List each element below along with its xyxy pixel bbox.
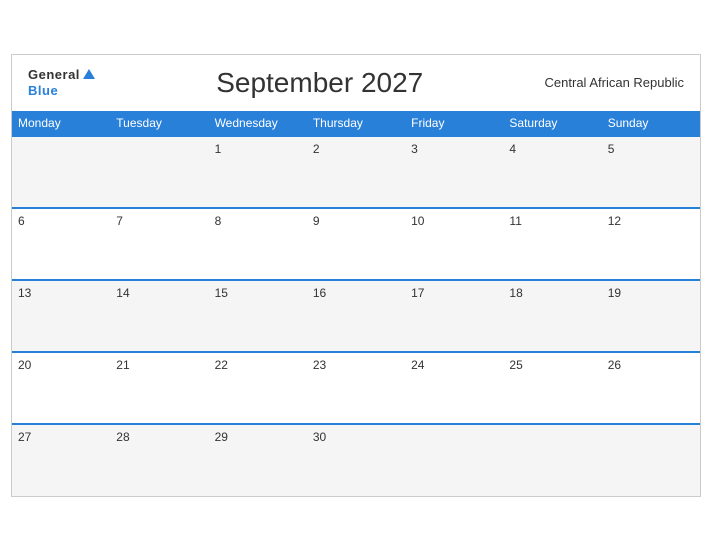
calendar-cell: [602, 424, 700, 496]
day-number: 7: [116, 214, 123, 228]
calendar-cell: 30: [307, 424, 405, 496]
calendar-cell: 17: [405, 280, 503, 352]
weekday-header-sunday: Sunday: [602, 111, 700, 136]
calendar-cell: [110, 136, 208, 208]
day-number: 5: [608, 142, 615, 156]
calendar-cell: 15: [209, 280, 307, 352]
calendar-cell: 13: [12, 280, 110, 352]
day-number: 9: [313, 214, 320, 228]
calendar-cell: 16: [307, 280, 405, 352]
calendar-region: Central African Republic: [545, 75, 684, 90]
calendar-cell: 8: [209, 208, 307, 280]
day-number: 26: [608, 358, 621, 372]
week-row-4: 20 21 22 23 24 25 26: [12, 352, 700, 424]
calendar-cell: 26: [602, 352, 700, 424]
calendar-cell: 21: [110, 352, 208, 424]
logo-blue-text: Blue: [28, 83, 58, 98]
calendar-cell: 10: [405, 208, 503, 280]
day-number: 19: [608, 286, 621, 300]
calendar-cell: 1: [209, 136, 307, 208]
logo-triangle-icon: [83, 69, 95, 79]
calendar-cell: [12, 136, 110, 208]
week-row-1: 1 2 3 4 5: [12, 136, 700, 208]
calendar-table: MondayTuesdayWednesdayThursdayFridaySatu…: [12, 111, 700, 496]
day-number: 18: [509, 286, 522, 300]
week-row-5: 27 28 29 30: [12, 424, 700, 496]
calendar-cell: [405, 424, 503, 496]
logo-general-line: General: [28, 67, 95, 83]
weekday-header-monday: Monday: [12, 111, 110, 136]
day-number: 17: [411, 286, 424, 300]
calendar-cell: 19: [602, 280, 700, 352]
day-number: 1: [215, 142, 222, 156]
calendar-cell: 6: [12, 208, 110, 280]
day-number: 2: [313, 142, 320, 156]
calendar-cell: 2: [307, 136, 405, 208]
day-number: 6: [18, 214, 25, 228]
day-number: 13: [18, 286, 31, 300]
day-number: 25: [509, 358, 522, 372]
calendar-cell: 7: [110, 208, 208, 280]
calendar-cell: 28: [110, 424, 208, 496]
day-number: 23: [313, 358, 326, 372]
calendar-cell: 29: [209, 424, 307, 496]
day-number: 16: [313, 286, 326, 300]
calendar-cell: 25: [503, 352, 601, 424]
calendar-cell: 18: [503, 280, 601, 352]
logo: General Blue: [28, 67, 95, 99]
calendar-cell: 23: [307, 352, 405, 424]
day-number: 8: [215, 214, 222, 228]
calendar-cell: 11: [503, 208, 601, 280]
calendar-cell: 20: [12, 352, 110, 424]
calendar-cell: 27: [12, 424, 110, 496]
logo-general-text: General: [28, 67, 80, 82]
weekday-header-thursday: Thursday: [307, 111, 405, 136]
week-row-3: 13 14 15 16 17 18 19: [12, 280, 700, 352]
calendar-cell: 3: [405, 136, 503, 208]
day-number: 27: [18, 430, 31, 444]
week-row-2: 6 7 8 9 10 11 12: [12, 208, 700, 280]
day-number: 12: [608, 214, 621, 228]
day-number: 24: [411, 358, 424, 372]
day-number: 11: [509, 214, 521, 228]
calendar-cell: 12: [602, 208, 700, 280]
day-number: 29: [215, 430, 228, 444]
calendar-header: General Blue September 2027 Central Afri…: [12, 55, 700, 111]
day-number: 15: [215, 286, 228, 300]
calendar-cell: [503, 424, 601, 496]
calendar-cell: 4: [503, 136, 601, 208]
calendar: General Blue September 2027 Central Afri…: [11, 54, 701, 497]
day-number: 4: [509, 142, 516, 156]
calendar-cell: 14: [110, 280, 208, 352]
calendar-cell: 24: [405, 352, 503, 424]
day-number: 21: [116, 358, 129, 372]
day-number: 28: [116, 430, 129, 444]
day-number: 10: [411, 214, 424, 228]
day-number: 3: [411, 142, 418, 156]
weekday-header-friday: Friday: [405, 111, 503, 136]
weekday-header-row: MondayTuesdayWednesdayThursdayFridaySatu…: [12, 111, 700, 136]
day-number: 14: [116, 286, 129, 300]
weekday-header-wednesday: Wednesday: [209, 111, 307, 136]
weekday-header-saturday: Saturday: [503, 111, 601, 136]
day-number: 22: [215, 358, 228, 372]
weekday-header-tuesday: Tuesday: [110, 111, 208, 136]
day-number: 20: [18, 358, 31, 372]
day-number: 30: [313, 430, 326, 444]
calendar-cell: 22: [209, 352, 307, 424]
calendar-cell: 5: [602, 136, 700, 208]
calendar-cell: 9: [307, 208, 405, 280]
calendar-title: September 2027: [95, 67, 545, 99]
